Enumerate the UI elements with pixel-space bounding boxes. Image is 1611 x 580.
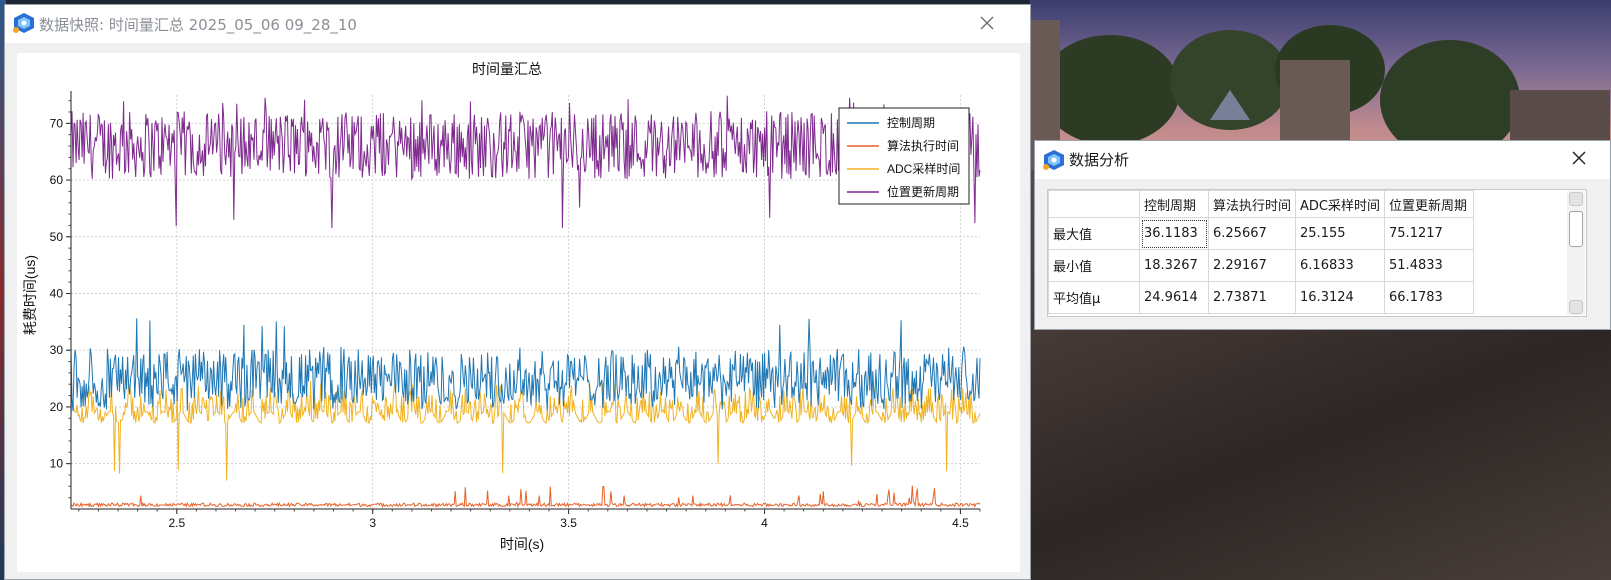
chart-legend: 控制周期算法执行时间 ADC采样时间位置更新周期 (838, 107, 970, 205)
y-tick-label: 30 (50, 343, 64, 357)
app-logo-icon (13, 13, 34, 33)
legend-label: 位置更新周期 (887, 184, 959, 199)
column-header[interactable]: 算法执行时间 (1207, 190, 1297, 218)
table-corner-cell (1048, 190, 1140, 218)
table-cell[interactable]: 51.4833 (1384, 249, 1475, 282)
vertical-scrollbar[interactable] (1567, 191, 1585, 315)
snapshot-titlebar[interactable]: 数据快照: 时间量汇总 2025_05_06 09_28_10 (5, 5, 1030, 43)
row-header[interactable]: 平均值μ (1048, 281, 1140, 314)
table-cell[interactable]: 6.25667 (1207, 217, 1297, 250)
table-cell[interactable]: 2.29167 (1207, 249, 1297, 282)
series-line-0 (70, 318, 981, 412)
analysis-window: 数据分析 控制周期 算法执行时间 ADC采样时间 位置更新周期 最大值 36.1… (1034, 140, 1611, 330)
snapshot-window: 数据快照: 时间量汇总 2025_05_06 09_28_10 时间量汇总 2.… (4, 4, 1031, 580)
y-tick-label: 40 (50, 286, 64, 300)
row-header[interactable]: 最大值 (1048, 217, 1140, 250)
table-header-row: 控制周期 算法执行时间 ADC采样时间 位置更新周期 (1048, 190, 1475, 218)
table-cell[interactable]: 66.1783 (1384, 281, 1475, 314)
app-logo-icon (1043, 150, 1064, 170)
series-line-2 (70, 380, 981, 481)
table-cell[interactable]: 16.3124 (1295, 281, 1386, 314)
stats-table[interactable]: 控制周期 算法执行时间 ADC采样时间 位置更新周期 最大值 36.1183 6… (1047, 189, 1587, 317)
scrollbar-thumb[interactable] (1569, 211, 1583, 247)
chart-title: 时间量汇总 (472, 61, 542, 77)
table-cell[interactable]: 6.16833 (1295, 249, 1386, 282)
close-icon[interactable] (1565, 144, 1593, 172)
x-tick-label: 4.5 (952, 516, 969, 530)
time-summary-chart[interactable]: 时间量汇总 2.5 3 3.5 4 4.5 10 20 30 40 50 60 70 时间(s) 耗费… (17, 53, 1020, 572)
x-tick-label: 3.5 (560, 516, 577, 530)
legend-label: 算法执行时间 (887, 138, 959, 153)
table-cell[interactable]: 18.3267 (1139, 249, 1209, 282)
y-tick-label: 60 (50, 173, 64, 187)
x-tick-label: 2.5 (168, 516, 185, 530)
close-icon[interactable] (973, 9, 1001, 37)
table-cell[interactable]: 75.1217 (1384, 217, 1475, 250)
y-axis-label: 耗费时间(us) (22, 255, 38, 335)
table-cell[interactable]: 24.9614 (1139, 281, 1209, 314)
analysis-window-title: 数据分析 (1069, 151, 1130, 169)
y-tick-label: 50 (50, 230, 64, 244)
x-tick-label: 3 (369, 516, 376, 530)
legend-label: ADC采样时间 (887, 161, 960, 176)
snapshot-window-title: 数据快照: 时间量汇总 2025_05_06 09_28_10 (39, 16, 357, 34)
scroll-down-arrow-icon[interactable] (1569, 300, 1583, 314)
row-header[interactable]: 最小值 (1048, 249, 1140, 282)
column-header[interactable]: 控制周期 (1139, 190, 1209, 218)
table-row: 平均值μ 24.9614 2.73871 16.3124 66.1783 (1048, 281, 1475, 314)
table-cell[interactable]: 36.1183 (1139, 217, 1209, 250)
x-tick-label: 4 (761, 516, 768, 530)
x-axis-label: 时间(s) (500, 536, 544, 552)
table-row: 最小值 18.3267 2.29167 6.16833 51.4833 (1048, 249, 1475, 282)
column-header[interactable]: 位置更新周期 (1384, 190, 1475, 218)
analysis-titlebar[interactable]: 数据分析 (1035, 141, 1610, 179)
table-cell[interactable]: 2.73871 (1207, 281, 1297, 314)
y-tick-label: 10 (50, 457, 64, 471)
column-header[interactable]: ADC采样时间 (1295, 190, 1386, 218)
chart-panel: 时间量汇总 2.5 3 3.5 4 4.5 10 20 30 40 50 60 70 时间(s) 耗费… (17, 53, 1020, 572)
legend-label: 控制周期 (887, 116, 935, 130)
table-row: 最大值 36.1183 6.25667 25.155 75.1217 (1048, 217, 1475, 250)
series-line-1 (70, 485, 981, 509)
table-cell[interactable]: 25.155 (1295, 217, 1386, 250)
y-tick-label: 20 (50, 400, 64, 414)
y-tick-label: 70 (50, 116, 64, 130)
scroll-up-arrow-icon[interactable] (1569, 192, 1583, 206)
